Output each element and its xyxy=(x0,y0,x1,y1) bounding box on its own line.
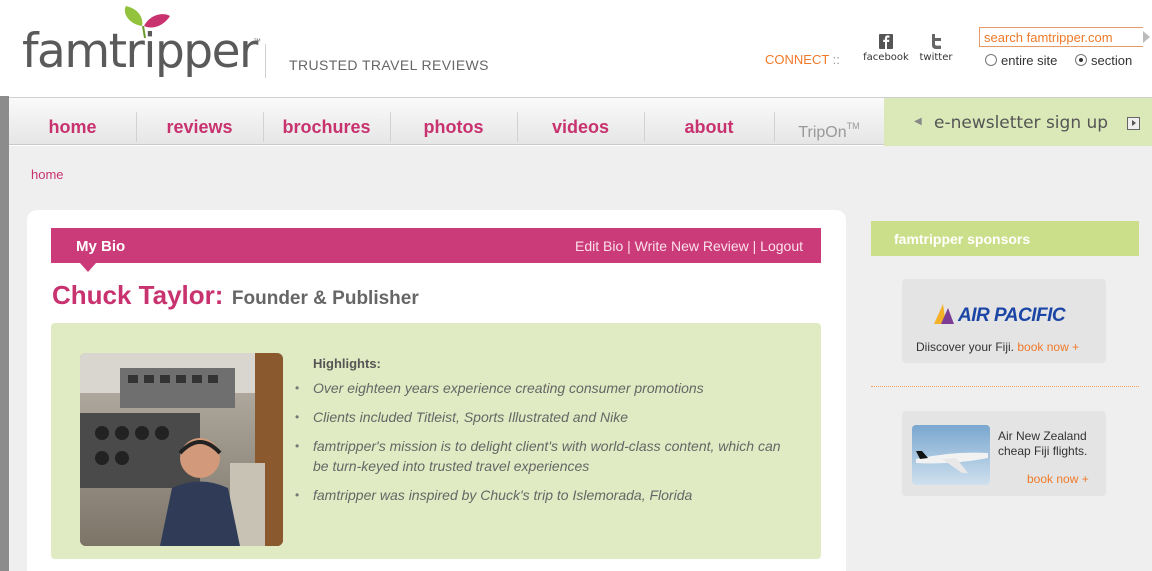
nav-item-videos[interactable]: videos xyxy=(517,98,644,146)
air-new-zealand-ad[interactable]: Air New Zealand cheap Fiji flights. book… xyxy=(902,411,1106,496)
nav-item-home[interactable]: home xyxy=(9,98,136,146)
highlight-item: Clients included Titleist, Sports Illust… xyxy=(294,407,794,427)
nav-item-brochures[interactable]: brochures xyxy=(263,98,390,146)
nav-item-reviews[interactable]: reviews xyxy=(136,98,263,146)
newsletter-label: e-newsletter sign up xyxy=(934,113,1109,133)
bio-header-bar: My Bio Edit Bio | Write New Review | Log… xyxy=(51,228,821,263)
twitter-label: twitter xyxy=(919,52,953,63)
header-divider xyxy=(265,44,266,78)
newsletter-go-icon[interactable] xyxy=(1127,117,1140,130)
person-heading: Chuck Taylor: Founder & Publisher xyxy=(52,280,419,311)
highlight-item: Over eighteen years experience creating … xyxy=(294,378,794,398)
air-new-zealand-line-2: cheap Fiji flights. xyxy=(998,444,1088,458)
highlight-item: famtripper was inspired by Chuck's trip … xyxy=(294,485,794,505)
twitter-link[interactable]: twitter xyxy=(910,34,962,63)
facebook-label: facebook xyxy=(863,52,909,63)
radio-entire-site-label: entire site xyxy=(1001,53,1058,68)
person-role: Founder & Publisher xyxy=(231,288,419,309)
sponsor-divider xyxy=(871,386,1139,387)
cockpit-photo-illustration xyxy=(80,353,283,546)
connect-text: CONNECT xyxy=(765,52,830,67)
radio-section[interactable] xyxy=(1075,54,1087,66)
tripon-tm: TM xyxy=(846,121,860,131)
logo-trademark: ™ xyxy=(253,37,261,46)
facebook-icon xyxy=(879,34,893,49)
person-name: Chuck Taylor: xyxy=(52,280,224,310)
airplane-image xyxy=(912,425,990,485)
air-pacific-logo-icon xyxy=(934,304,954,324)
bio-title: My Bio xyxy=(76,238,126,255)
connect-separator: :: xyxy=(832,52,840,67)
nav-item-tripon[interactable]: TripOnTM xyxy=(774,98,884,146)
bio-tab-pointer xyxy=(80,263,96,272)
air-pacific-book-link[interactable]: book now + xyxy=(1017,340,1079,354)
air-pacific-tagline: Diiscover your Fiji. xyxy=(916,340,1015,354)
highlight-item: famtripper's mission is to delight clien… xyxy=(294,436,794,476)
sponsors-header: famtripper sponsors xyxy=(871,221,1139,256)
air-pacific-brand: AIR PACIFIC xyxy=(958,305,1066,326)
famtripper-logo[interactable]: famtripper ™ xyxy=(22,4,262,94)
profile-photo xyxy=(80,353,283,546)
radio-section-label: section xyxy=(1091,53,1133,68)
search-scope-options: entire site section xyxy=(985,53,1132,68)
air-new-zealand-text: Air New Zealand cheap Fiji flights. xyxy=(998,429,1087,459)
arrow-left-icon: ◀ xyxy=(914,116,922,127)
logo-wordmark: famtripper xyxy=(22,24,258,79)
highlights-title: Highlights: xyxy=(313,356,381,371)
tripon-label: TripOn xyxy=(798,124,847,141)
page-left-border xyxy=(0,96,9,571)
connect-label: CONNECT :: xyxy=(765,52,840,67)
air-pacific-text: Diiscover your Fiji. book now + xyxy=(916,340,1079,354)
nav-item-photos[interactable]: photos xyxy=(390,98,517,146)
radio-entire-site[interactable] xyxy=(985,54,997,66)
air-pacific-ad[interactable]: AIR PACIFIC Diiscover your Fiji. book no… xyxy=(902,279,1106,363)
highlights-list: Over eighteen years experience creating … xyxy=(294,378,794,514)
air-new-zealand-line-1: Air New Zealand xyxy=(998,429,1087,443)
bio-actions[interactable]: Edit Bio | Write New Review | Logout xyxy=(575,238,803,254)
nav-item-about[interactable]: about xyxy=(644,98,774,146)
search-go-icon[interactable] xyxy=(1143,31,1150,43)
air-new-zealand-book-link[interactable]: book now + xyxy=(1027,472,1089,486)
breadcrumb[interactable]: home xyxy=(31,167,64,182)
search-input[interactable] xyxy=(979,27,1143,47)
main-nav: home reviews brochures photos videos abo… xyxy=(9,97,1152,146)
site-tagline: TRUSTED TRAVEL REVIEWS xyxy=(289,57,489,73)
twitter-icon xyxy=(932,34,941,49)
sponsors-title: famtripper sponsors xyxy=(894,231,1031,247)
newsletter-signup[interactable]: ◀ e-newsletter sign up xyxy=(884,98,1152,146)
facebook-link[interactable]: facebook xyxy=(860,34,912,63)
